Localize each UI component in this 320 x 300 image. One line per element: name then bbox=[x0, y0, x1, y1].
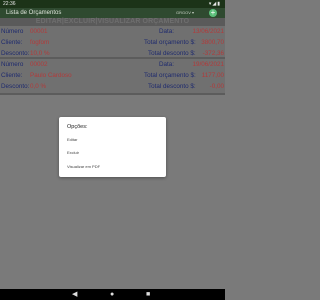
desconto-value: 0,0 % bbox=[30, 83, 47, 90]
numero-value: 00001 bbox=[30, 28, 48, 35]
list-item[interactable]: Número 00002 Data: 19/06/2021 Cliente: P… bbox=[0, 59, 225, 93]
cliente-value: Paulo Cardoso bbox=[30, 72, 72, 79]
total-desconto-label: Total desconto $: bbox=[148, 83, 196, 90]
app-title: Lista de Orçamentos bbox=[6, 10, 62, 16]
view-pdf-option[interactable]: Visualizar em PDF bbox=[67, 164, 100, 169]
numero-label: Número bbox=[1, 28, 24, 35]
status-icons: ▾◢▮ bbox=[208, 1, 221, 7]
action-header: EDITAR|EXCLUIR|VISUALIZAR ORÇAMENTO bbox=[0, 18, 225, 26]
add-icon[interactable]: + bbox=[209, 9, 217, 17]
edit-option[interactable]: Editar bbox=[67, 137, 77, 142]
total-value: 3800,70 bbox=[201, 39, 224, 46]
back-icon[interactable]: ◀ bbox=[72, 289, 77, 300]
nav-bar: ◀ ● ■ bbox=[0, 289, 225, 300]
cliente-value: fogfom bbox=[30, 39, 50, 46]
app-bar: Lista de Orçamentos GRGOV ▾ + bbox=[0, 8, 225, 18]
status-time: 22:36 bbox=[3, 1, 16, 7]
total-label: Total orçamento $: bbox=[144, 72, 196, 79]
options-dialog: Opções: Editar Excluir Visualizar em PDF bbox=[59, 117, 166, 177]
divider bbox=[0, 93, 225, 95]
cliente-label: Cliente: bbox=[1, 39, 23, 46]
list-item[interactable]: Número 00001 Data: 13/06/2021 Cliente: f… bbox=[0, 26, 225, 60]
total-value: 1177,00 bbox=[201, 72, 224, 79]
numero-label: Número bbox=[1, 61, 24, 68]
data-value: 13/06/2021 bbox=[192, 28, 224, 35]
status-bar: 22:36 ▾◢▮ bbox=[0, 0, 225, 8]
total-desconto-value: -0,00 bbox=[209, 83, 224, 90]
desconto-label: Desconto: bbox=[1, 83, 30, 90]
account-selector[interactable]: GRGOV ▾ bbox=[176, 8, 194, 18]
home-icon[interactable]: ● bbox=[110, 289, 114, 300]
numero-value: 00002 bbox=[30, 61, 48, 68]
delete-option[interactable]: Excluir bbox=[67, 150, 79, 155]
data-value: 19/06/2021 bbox=[192, 61, 224, 68]
total-label: Total orçamento $: bbox=[144, 39, 196, 46]
cliente-label: Cliente: bbox=[1, 72, 23, 79]
data-label: Data: bbox=[159, 61, 175, 68]
data-label: Data: bbox=[159, 28, 175, 35]
recents-icon[interactable]: ■ bbox=[146, 289, 150, 300]
dialog-title: Opções: bbox=[67, 124, 88, 130]
